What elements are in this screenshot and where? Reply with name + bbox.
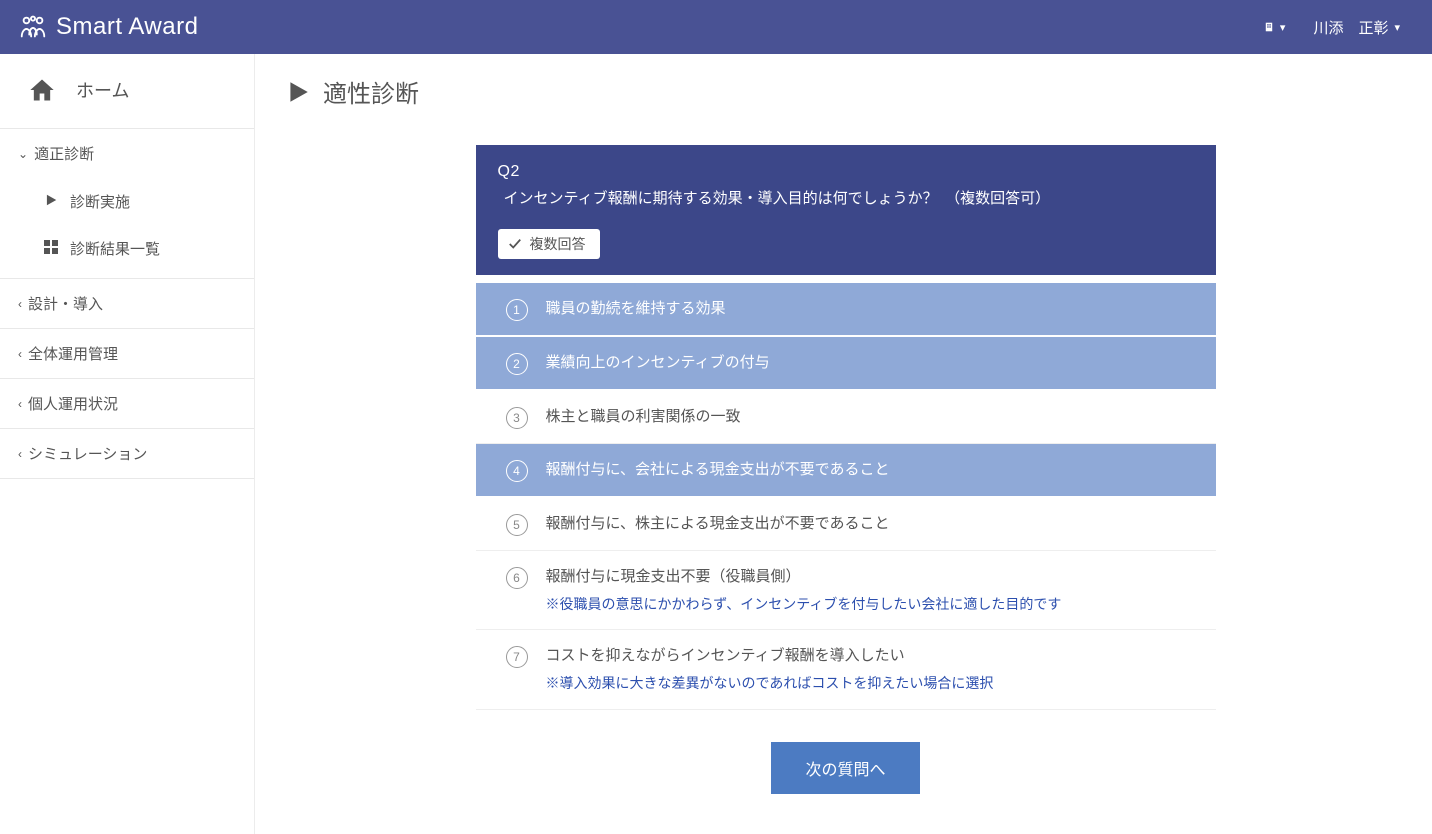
grid-icon: [44, 240, 58, 258]
sidebar-item-home[interactable]: ホーム: [0, 54, 254, 129]
building-selector[interactable]: ▾: [1250, 21, 1300, 34]
answer-option[interactable]: 1 職員の勤続を維持する効果: [476, 283, 1216, 337]
sidebar-category: ‹ 全体運用管理: [0, 329, 254, 379]
chevron-down-icon: ▾: [1280, 21, 1286, 34]
answer-body: 職員の勤続を維持する効果: [546, 297, 1200, 321]
sidebar-item-label: 診断結果一覧: [70, 238, 160, 259]
sidebar-sublist: 診断実施診断結果一覧: [0, 178, 254, 278]
answer-option[interactable]: 4 報酬付与に、会社による現金支出が不要であること: [476, 444, 1216, 498]
sidebar-item[interactable]: 診断結果一覧: [0, 225, 254, 272]
sidebar-item-label: 診断実施: [70, 191, 130, 212]
answer-label: 報酬付与に、会社による現金支出が不要であること: [546, 458, 1200, 482]
sidebar-home-label: ホーム: [76, 77, 129, 103]
sidebar-category-header[interactable]: ‹ シミュレーション: [0, 429, 254, 478]
sidebar-category: ⌄ 適正診断診断実施診断結果一覧: [0, 129, 254, 279]
sidebar-category-label: シミュレーション: [28, 443, 147, 464]
chevron-left-icon: ‹: [18, 447, 22, 461]
sidebar: ホーム ⌄適正診断診断実施診断結果一覧‹設計・導入‹全体運用管理‹個人運用状況‹…: [0, 54, 255, 834]
check-icon: [508, 237, 522, 251]
play-icon: [285, 79, 311, 105]
page-title: 適性診断: [285, 74, 1406, 109]
home-icon: [28, 76, 56, 104]
brand-name: Smart Award: [56, 13, 198, 41]
sidebar-category-header[interactable]: ⌄ 適正診断: [0, 129, 254, 178]
answer-body: 株主と職員の利害関係の一致: [546, 405, 1200, 429]
user-name: 川添 正彰: [1313, 17, 1388, 38]
answer-number: 5: [506, 514, 528, 536]
answer-option[interactable]: 7 コストを抑えながらインセンティブ報酬を導入したい ※導入効果に大きな差異がないの…: [476, 630, 1216, 709]
main-content: 適性診断 Q2 インセンティブ報酬に期待する効果・導入目的は何でしょうか？ （複…: [255, 54, 1432, 834]
answer-body: 業績向上のインセンティブの付与: [546, 351, 1200, 375]
chevron-down-icon: ▾: [1394, 21, 1400, 34]
answer-note: ※役職員の意思にかかわらず、インセンティブを付与したい会社に適した目的です: [546, 593, 1200, 615]
answer-number: 7: [506, 646, 528, 668]
question-text: インセンティブ報酬に期待する効果・導入目的は何でしょうか？ （複数回答可）: [498, 187, 1194, 211]
sidebar-category: ‹ 個人運用状況: [0, 379, 254, 429]
answer-number: 1: [506, 299, 528, 321]
answer-number: 4: [506, 460, 528, 482]
sidebar-category-label: 適正診断: [34, 143, 94, 164]
brand-people-icon: [18, 14, 48, 40]
answer-option[interactable]: 2 業績向上のインセンティブの付与: [476, 337, 1216, 391]
answer-option[interactable]: 5 報酬付与に、株主による現金支出が不要であること: [476, 498, 1216, 551]
answer-body: 報酬付与に現金支出不要（役職員側） ※役職員の意思にかかわらず、インセンティブを付…: [546, 565, 1200, 615]
sidebar-category: ‹ シミュレーション: [0, 429, 254, 479]
question-header: Q2 インセンティブ報酬に期待する効果・導入目的は何でしょうか？ （複数回答可）…: [476, 145, 1216, 275]
answer-number: 3: [506, 407, 528, 429]
chevron-left-icon: ‹: [18, 347, 22, 361]
sidebar-category: ‹ 設計・導入: [0, 279, 254, 329]
sidebar-item[interactable]: 診断実施: [0, 178, 254, 225]
chevron-left-icon: ‹: [18, 297, 22, 311]
question-number: Q2: [498, 163, 1194, 181]
sidebar-category-header[interactable]: ‹ 個人運用状況: [0, 379, 254, 428]
answer-option[interactable]: 3 株主と職員の利害関係の一致: [476, 391, 1216, 444]
next-question-button[interactable]: 次の質問へ: [771, 742, 919, 794]
multi-answer-badge: 複数回答: [498, 229, 600, 259]
sidebar-category-label: 設計・導入: [28, 293, 103, 314]
answer-label: 職員の勤続を維持する効果: [546, 297, 1200, 321]
brand-logo[interactable]: Smart Award: [18, 13, 198, 41]
answer-number: 6: [506, 567, 528, 589]
answer-list: 1 職員の勤続を維持する効果 2 業績向上のインセンティブの付与 3 株主と職員の利害関係…: [476, 275, 1216, 710]
page-title-text: 適性診断: [323, 74, 419, 109]
answer-note: ※導入効果に大きな差異がないのであればコストを抑えたい場合に選択: [546, 672, 1200, 694]
chevron-down-icon: ⌄: [18, 147, 28, 161]
answer-label: 業績向上のインセンティブの付与: [546, 351, 1200, 375]
sidebar-category-header[interactable]: ‹ 設計・導入: [0, 279, 254, 328]
answer-number: 2: [506, 353, 528, 375]
question-card: Q2 インセンティブ報酬に期待する効果・導入目的は何でしょうか？ （複数回答可）…: [476, 145, 1216, 794]
building-icon: [1264, 22, 1274, 32]
sidebar-category-label: 全体運用管理: [28, 343, 118, 364]
play-icon: [44, 193, 58, 211]
chevron-left-icon: ‹: [18, 397, 22, 411]
answer-label: 報酬付与に現金支出不要（役職員側）: [546, 565, 1200, 589]
badge-label: 複数回答: [530, 234, 586, 254]
answer-body: 報酬付与に、株主による現金支出が不要であること: [546, 512, 1200, 536]
answer-option[interactable]: 6 報酬付与に現金支出不要（役職員側） ※役職員の意思にかかわらず、インセンティブを…: [476, 551, 1216, 630]
answer-label: コストを抑えながらインセンティブ報酬を導入したい: [546, 644, 1200, 668]
answer-label: 株主と職員の利害関係の一致: [546, 405, 1200, 429]
answer-body: コストを抑えながらインセンティブ報酬を導入したい ※導入効果に大きな差異がないので…: [546, 644, 1200, 694]
answer-body: 報酬付与に、会社による現金支出が不要であること: [546, 458, 1200, 482]
answer-label: 報酬付与に、株主による現金支出が不要であること: [546, 512, 1200, 536]
app-header: Smart Award ▾ 川添 正彰 ▾: [0, 0, 1432, 54]
sidebar-category-label: 個人運用状況: [28, 393, 118, 414]
user-menu[interactable]: 川添 正彰 ▾: [1299, 17, 1414, 38]
sidebar-category-header[interactable]: ‹ 全体運用管理: [0, 329, 254, 378]
